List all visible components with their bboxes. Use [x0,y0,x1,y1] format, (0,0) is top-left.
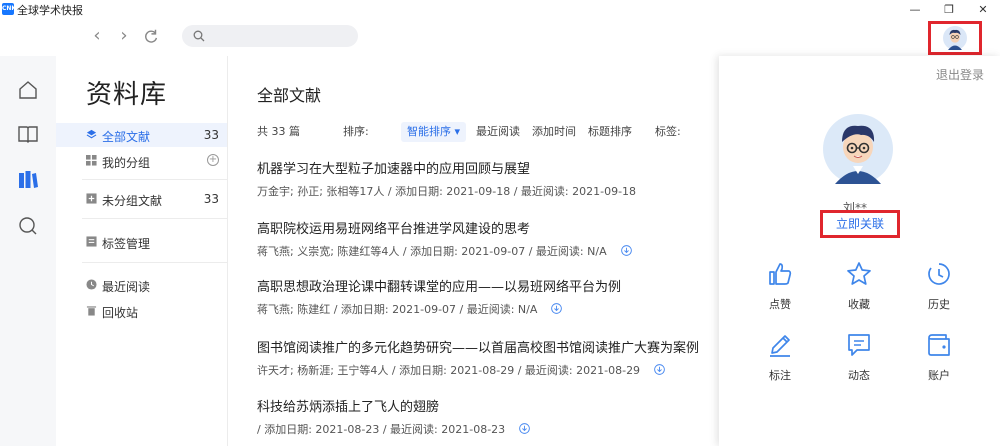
sidebar-item-trash[interactable]: 回收站 [56,299,227,323]
action-account[interactable]: 账户 [909,331,969,387]
doc-meta: 蒋飞燕; 陈建红 / 添加日期: 2021-09-07 / 最近阅读: N/A [257,303,538,316]
count-badge: 33 [203,128,219,142]
action-label: 历史 [928,298,950,311]
minimize-button[interactable]: — [898,0,932,18]
sidebar-item-my-groups[interactable]: 我的分组 + [56,149,227,173]
sidebar-item-label: 我的分组 [102,156,151,170]
doc-title[interactable]: 机器学习在大型粒子加速器中的应用回顾与展望 [257,158,717,177]
sort-option-added[interactable]: 添加时间 [532,122,576,142]
back-button[interactable]: ‹ [88,26,106,46]
action-updates[interactable]: 动态 [829,331,889,387]
doc-title[interactable]: 图书馆阅读推广的多元化趋势研究——以首届高校图书馆阅读推广大赛为案例 [257,337,717,356]
app-title: 全球学术快报 [17,4,83,17]
action-label: 动态 [848,369,870,382]
tag-filter-label[interactable]: 标签: [655,122,681,142]
download-icon[interactable] [654,364,665,375]
count-badge: 33 [203,192,219,206]
sidebar-item-label: 回收站 [102,306,139,320]
sort-option-smart[interactable]: 智能排序 ▾ [401,122,467,142]
action-label: 账户 [928,369,950,382]
doc-title[interactable]: 科技给苏炳添插上了飞人的翅膀 [257,396,717,415]
action-label: 收藏 [848,298,870,311]
sort-option-label: 智能排序 [407,125,451,138]
user-avatar-button[interactable] [928,21,982,55]
left-nav-rail [0,56,56,446]
thumbs-up-icon [769,263,792,285]
action-like[interactable]: 点赞 [750,260,810,316]
user-panel: 退出登录 刘** 立即关联 点赞 收藏 历史 标注 动态 账户 [719,56,1000,446]
document-list-area: 全部文献 共 33 篇 排序: 智能排序 ▾ 最近阅读 添加时间 标题排序 标签… [229,56,719,446]
sidebar-item-all-docs[interactable]: 全部文献 33 [56,123,227,147]
avatar-icon [943,26,967,50]
list-item[interactable]: 机器学习在大型粒子加速器中的应用回顾与展望 万金宇; 孙正; 张相等17人 / … [257,158,717,199]
sidebar-item-ungrouped[interactable]: 未分组文献 33 [56,187,227,211]
divider [82,179,228,180]
action-label: 点赞 [769,298,791,311]
doc-meta: 蒋飞燕; 义崇宽; 陈建红等4人 / 添加日期: 2021-09-07 / 最近… [257,245,607,258]
trash-icon [86,306,97,316]
history-icon [928,263,950,285]
close-button[interactable]: ✕ [966,0,1000,18]
action-annotate[interactable]: 标注 [750,331,810,387]
book-icon[interactable] [16,122,40,146]
list-item[interactable]: 高职院校运用易班网络平台推进学风建设的思考 蒋飞燕; 义崇宽; 陈建红等4人 /… [257,218,717,259]
action-history[interactable]: 历史 [909,260,969,316]
sidebar-item-recent[interactable]: 最近阅读 [56,273,227,297]
library-sidebar: 资料库 全部文献 33 我的分组 + 未分组文献 33 标签管理 最近阅读 回收… [56,56,228,446]
plus-square-icon [86,193,97,204]
sidebar-item-label: 全部文献 [102,130,151,144]
sidebar-item-label: 未分组文献 [102,194,163,208]
link-account-button[interactable]: 立即关联 [820,210,900,238]
grid-icon [86,155,97,166]
action-favorite[interactable]: 收藏 [829,260,889,316]
layers-icon [86,129,97,139]
sort-label: 排序: [343,125,369,138]
doc-meta: 万金宇; 孙正; 张相等17人 / 添加日期: 2021-09-18 / 最近阅… [257,185,637,198]
list-item[interactable]: 图书馆阅读推广的多元化趋势研究——以首届高校图书馆阅读推广大赛为案例 许天才; … [257,337,717,378]
pen-icon [770,335,790,357]
search-nav-icon[interactable] [16,214,40,238]
sort-option-title[interactable]: 标题排序 [588,122,632,142]
filter-bar: 共 33 篇 排序: 智能排序 ▾ 最近阅读 添加时间 标题排序 标签: [257,122,717,142]
add-group-icon[interactable]: + [207,154,219,166]
download-icon[interactable] [620,245,632,256]
restore-button[interactable]: ❐ [932,0,966,18]
list-item[interactable]: 高职思想政治理论课中翻转课堂的应用——以易班网络平台为例 蒋飞燕; 陈建红 / … [257,276,717,317]
search-input[interactable] [182,25,358,47]
tag-icon [86,236,97,247]
action-label: 标注 [769,369,791,382]
avatar [823,114,893,184]
toolbar: ‹ › [0,18,1000,56]
doc-title[interactable]: 高职思想政治理论课中翻转课堂的应用——以易班网络平台为例 [257,276,717,295]
doc-meta: / 添加日期: 2021-08-23 / 最近阅读: 2021-08-23 [257,423,506,436]
divider [82,218,228,219]
library-title: 资料库 [86,80,168,110]
sort-option-recent[interactable]: 最近阅读 [476,122,520,142]
list-item[interactable]: 科技给苏炳添插上了飞人的翅膀 / 添加日期: 2021-08-23 / 最近阅读… [257,396,717,437]
page-title: 全部文献 [257,86,322,105]
forward-button[interactable]: › [115,26,133,46]
doc-meta: 许天才; 杨新涯; 王宁等4人 / 添加日期: 2021-08-29 / 最近阅… [257,364,641,377]
download-icon[interactable] [519,423,530,434]
total-count: 共 33 篇 [257,125,300,138]
search-icon [193,30,205,42]
clock-icon [86,279,97,290]
sidebar-item-label: 标签管理 [102,237,151,251]
divider [82,262,228,263]
home-icon[interactable] [16,78,40,102]
message-icon [848,334,870,356]
doc-title[interactable]: 高职院校运用易班网络平台推进学风建设的思考 [257,218,717,237]
wallet-icon [928,334,950,356]
title-bar: CNKI 全球学术快报 — ❐ ✕ [0,0,1000,18]
refresh-icon[interactable] [142,27,160,47]
app-logo-icon: CNKI [2,3,18,15]
sidebar-item-label: 最近阅读 [102,280,151,294]
logout-button[interactable]: 退出登录 [936,66,984,83]
download-icon[interactable] [551,303,563,314]
library-icon[interactable] [16,168,40,192]
star-icon [847,262,871,285]
sidebar-item-tags[interactable]: 标签管理 [56,230,227,254]
